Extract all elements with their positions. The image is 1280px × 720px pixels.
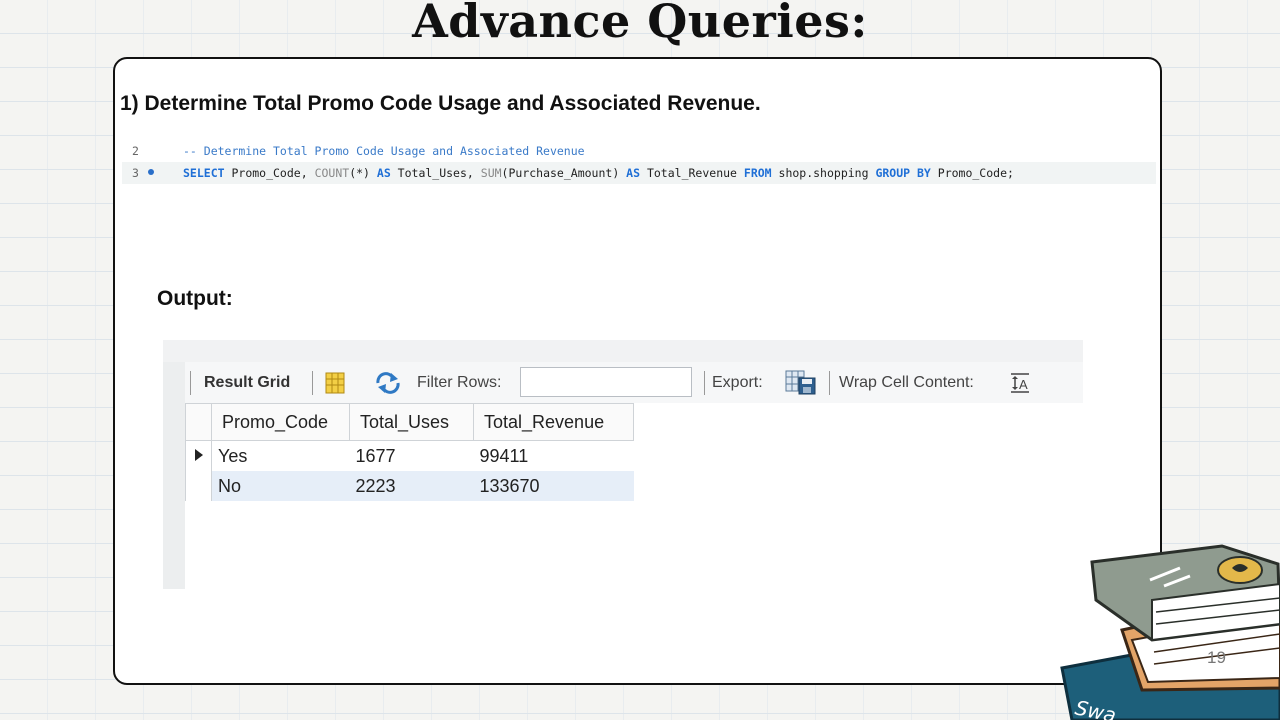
result-grid[interactable]: Promo_Code Total_Uses Total_Revenue Yes … [185,403,634,501]
line-number: 3 [132,166,139,180]
export-label: Export: [712,374,763,391]
row-header-cell [185,471,212,501]
table-row[interactable]: No 2223 133670 [185,471,634,501]
sql-statement: SELECT Promo_Code, COUNT(*) AS Total_Use… [183,162,1014,184]
column-header-total-revenue[interactable]: Total_Revenue [473,403,634,441]
grid-view-icon[interactable] [323,370,347,396]
sql-token: Promo_Code; [930,166,1014,180]
output-label: Output: [157,287,233,310]
cell-total-uses[interactable]: 2223 [349,471,474,501]
filter-rows-input[interactable] [520,367,692,397]
question-heading: 1) Determine Total Promo Code Usage and … [120,92,761,115]
sql-keyword: GROUP BY [875,166,931,180]
svg-text:A: A [1019,377,1028,392]
row-pointer-icon [185,440,212,471]
grid-corner-cell [185,403,212,441]
grid-header-row: Promo_Code Total_Uses Total_Revenue [185,403,634,441]
wrap-cell-label: Wrap Cell Content: [839,374,974,391]
wrap-cell-icon[interactable]: A [1009,370,1033,396]
cell-promo-code[interactable]: Yes [212,441,350,472]
sql-keyword: SELECT [183,166,225,180]
toolbar-divider [829,371,830,395]
cell-total-uses[interactable]: 1677 [350,441,474,472]
sql-keyword: AS [626,166,641,180]
result-grid-tab[interactable]: Result Grid [204,362,290,403]
cell-promo-code[interactable]: No [211,471,350,501]
sql-comment: -- Determine Total Promo Code Usage and … [183,144,585,158]
code-line-2: 2 -- Determine Total Promo Code Usage an… [122,140,1156,162]
sql-editor[interactable]: 2 -- Determine Total Promo Code Usage an… [122,140,1156,184]
column-header-total-uses[interactable]: Total_Uses [349,403,474,441]
refresh-icon[interactable] [373,370,403,396]
column-header-promo-code[interactable]: Promo_Code [211,403,350,441]
table-row[interactable]: Yes 1677 99411 [185,440,634,472]
toolbar-divider [704,371,705,395]
sql-token: Promo_Code, [224,166,315,180]
slide-title: Advance Queries: [412,0,868,48]
sql-keyword: FROM [743,166,772,180]
sql-function: COUNT [314,166,350,180]
sql-token: (Purchase_Amount) [501,166,627,180]
execution-marker-icon [148,169,154,175]
result-toolbar: Result Grid Filter Rows: Export: Wrap Ce… [185,362,1083,403]
sql-token: Total_Uses, [390,166,481,180]
panel-top-strip [163,340,1083,362]
sql-token: (*) [349,166,377,180]
books-sticker-icon: Swa [1060,544,1280,720]
sql-function: SUM [480,166,502,180]
line-number: 2 [132,144,139,158]
export-icon[interactable] [785,370,819,396]
cell-total-revenue[interactable]: 133670 [473,471,634,501]
sql-keyword: AS [376,166,391,180]
sql-token: shop.shopping [771,166,876,180]
sql-token: Total_Revenue [640,166,744,180]
filter-rows-label: Filter Rows: [417,374,502,391]
cell-total-revenue[interactable]: 99411 [474,441,634,472]
toolbar-divider [312,371,313,395]
page-number: 19 [1207,648,1226,667]
panel-left-gutter [163,362,185,589]
result-panel: Result Grid Filter Rows: Export: Wrap Ce… [163,340,1083,589]
toolbar-divider [190,371,191,395]
code-line-3[interactable]: 3 SELECT Promo_Code, COUNT(*) AS Total_U… [122,162,1156,184]
